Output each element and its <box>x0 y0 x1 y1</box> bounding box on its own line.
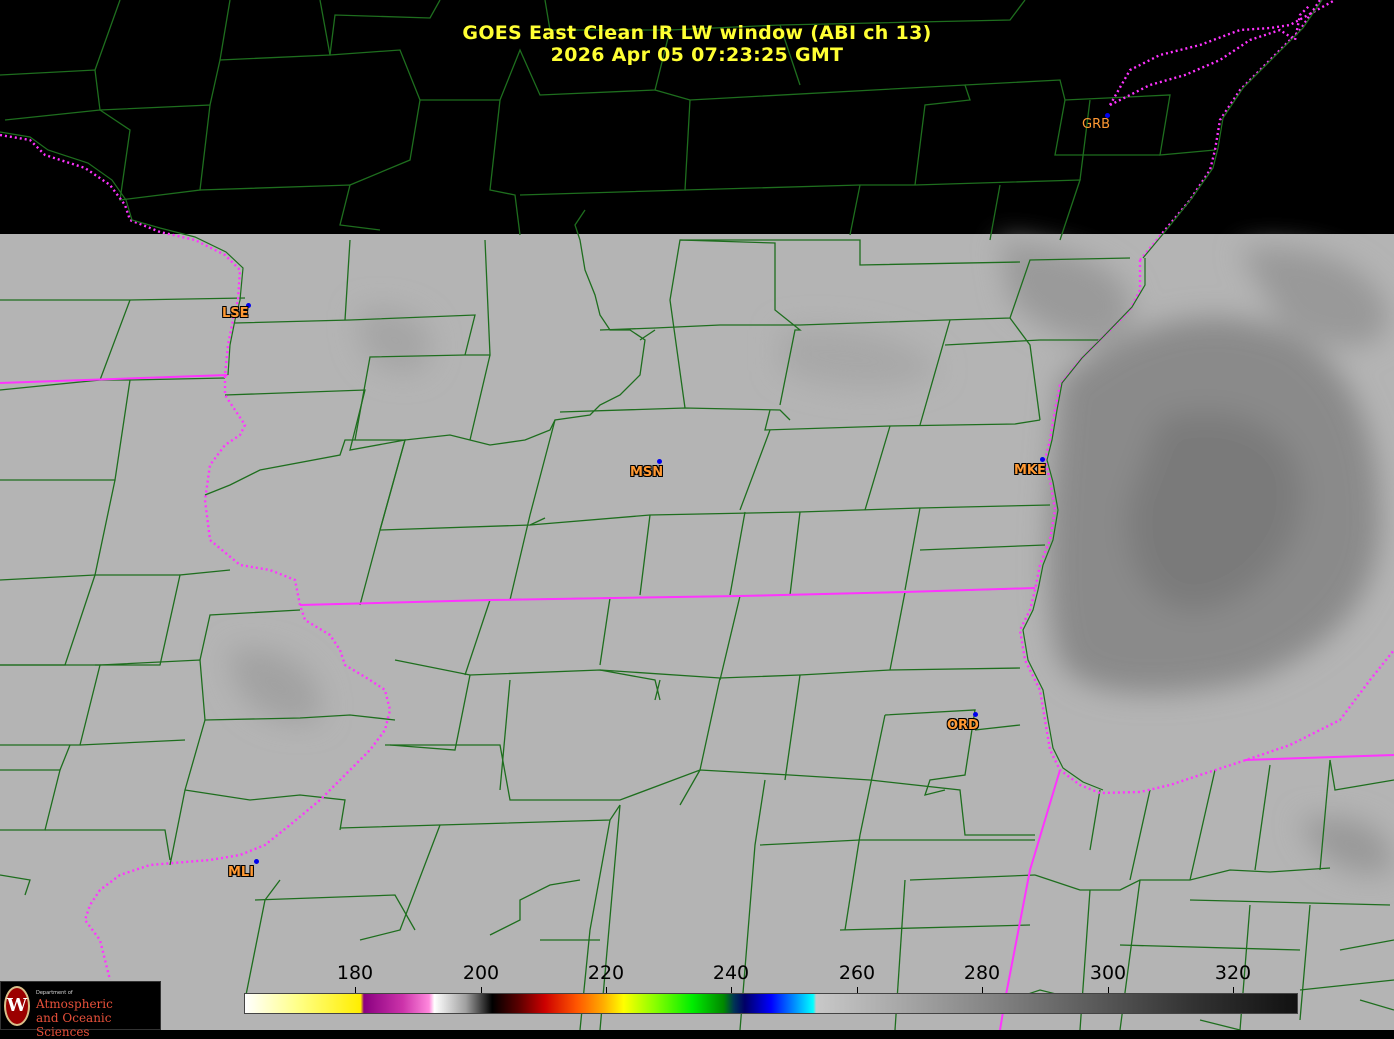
colorbar-tick-label: 280 <box>963 962 1001 984</box>
station-marker-ord <box>973 712 978 717</box>
logo-line-1: Atmospheric <box>36 997 113 1011</box>
colorbar-tick-label: 220 <box>587 962 625 984</box>
colorbar-tick-label: 200 <box>462 962 500 984</box>
colorbar-tick-label: 240 <box>712 962 750 984</box>
temperature-colorbar <box>244 993 1298 1014</box>
colorbar-tick-label: 300 <box>1089 962 1127 984</box>
logo-line-2: and Oceanic Sciences <box>36 1011 112 1039</box>
station-marker-msn <box>657 459 662 464</box>
station-label-lse: LSE <box>222 306 249 321</box>
station-label-mli: MLI <box>228 865 255 880</box>
station-marker-mke <box>1040 457 1045 462</box>
satellite-map <box>0 0 1394 1030</box>
colorbar-tick-label: 320 <box>1214 962 1252 984</box>
logo-department-text: Department of <box>36 990 73 996</box>
colorbar-tick-label: 260 <box>838 962 876 984</box>
station-label-msn: MSN <box>630 465 664 480</box>
aos-logo: W Department of Atmospheric and Oceanic … <box>0 981 161 1039</box>
station-label-grb: GRB <box>1082 117 1111 132</box>
station-marker-mli <box>254 859 259 864</box>
uw-crest-icon: W <box>4 986 30 1026</box>
station-label-mke: MKE <box>1014 463 1046 478</box>
timestamp: 2026 Apr 05 07:23:25 GMT <box>550 44 844 66</box>
colorbar-tick-label: 180 <box>336 962 374 984</box>
product-title: GOES East Clean IR LW window (ABI ch 13) <box>462 22 932 44</box>
station-label-ord: ORD <box>947 718 979 733</box>
